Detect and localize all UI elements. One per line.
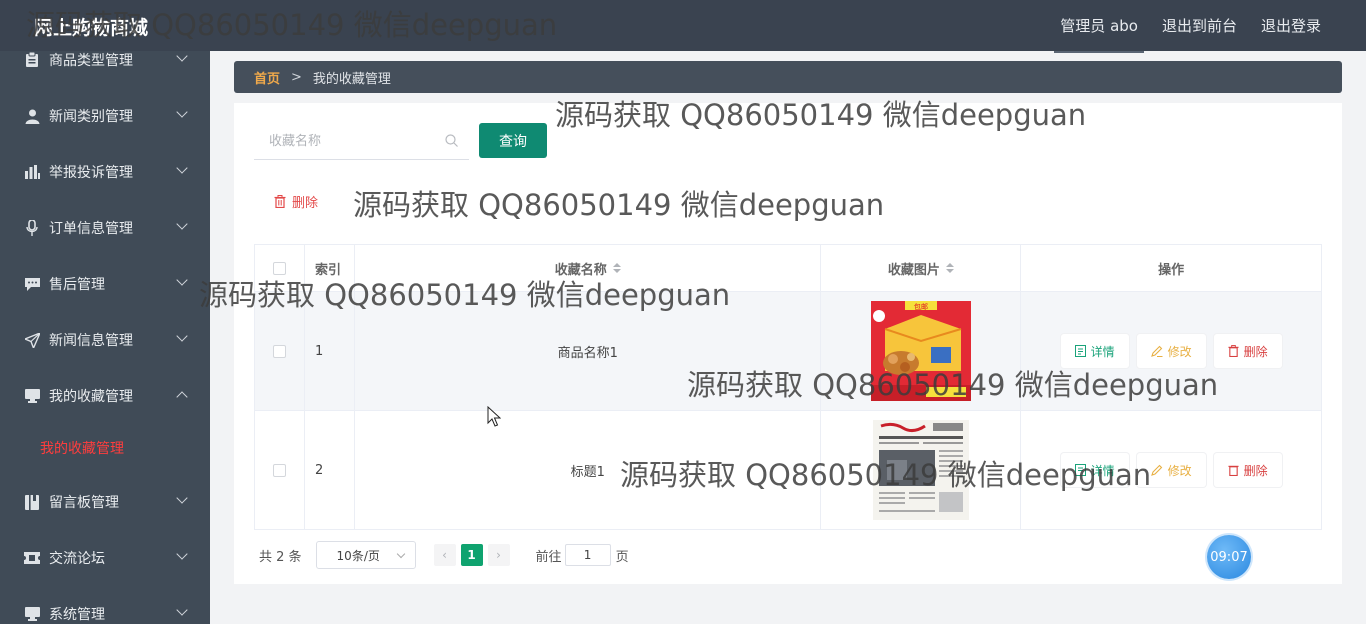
breadcrumb-home[interactable]: 首页	[254, 68, 280, 87]
trash-icon	[274, 195, 286, 208]
row-index: 2	[305, 411, 355, 529]
sidebar-item-message-board[interactable]: 留言板管理	[0, 474, 210, 530]
goto-prefix: 前往	[535, 549, 562, 565]
monitor-icon	[24, 388, 40, 404]
edit-label: 修改	[1167, 344, 1192, 359]
row-checkbox-cell	[255, 411, 305, 529]
user-icon	[24, 108, 40, 124]
row-checkbox[interactable]	[272, 344, 286, 358]
pagination: 共 2 条 10条/页 ‹ 1 › 前往 页	[259, 541, 629, 569]
sidebar-item-label: 新闻信息管理	[49, 333, 133, 349]
chevron-down-icon	[176, 492, 188, 504]
column-header-label: 收藏图片	[887, 262, 940, 278]
sort-icon[interactable]	[945, 263, 954, 273]
batch-delete-label: 删除	[292, 196, 319, 211]
chevron-down-icon	[176, 162, 188, 174]
trash-icon	[1228, 465, 1239, 476]
breadcrumb: 首页 > 我的收藏管理	[234, 61, 1342, 93]
sidebar-item-label: 售后管理	[49, 277, 105, 293]
edit-label: 修改	[1167, 463, 1192, 478]
sidebar: 商品类型管理 新闻类别管理 举报投诉管理 订单信息管理 售后管理 新闻信息管理	[0, 51, 210, 624]
top-right-nav: 管理员 abo 退出到前台 退出登录	[1036, 0, 1321, 53]
watermark-text: 源码获取 QQ86050149 微信deepguan	[199, 278, 731, 312]
microphone-icon	[24, 220, 40, 236]
watermark-text: 源码获取 QQ86050149 微信deepguan	[26, 8, 558, 42]
mouse-cursor-icon	[487, 406, 501, 427]
watermark-text: 源码获取 QQ86050149 微信deepguan	[555, 98, 1087, 132]
sidebar-item-label: 新闻类别管理	[49, 109, 133, 125]
batch-delete-button[interactable]: 删除	[274, 192, 318, 211]
chat-bubble-icon	[24, 276, 40, 292]
column-header-actions: 操作	[1158, 262, 1185, 278]
book-icon	[24, 494, 40, 510]
chevron-down-icon	[176, 330, 188, 342]
sidebar-item-label: 交流论坛	[49, 551, 105, 567]
breadcrumb-current: 我的收藏管理	[312, 71, 391, 87]
chevron-down-icon	[176, 106, 188, 118]
chevron-down-icon	[396, 549, 405, 559]
front-link[interactable]: 退出到前台	[1162, 15, 1237, 36]
goto-suffix: 页	[615, 549, 629, 565]
sidebar-item-complaints[interactable]: 举报投诉管理	[0, 144, 210, 200]
ticket-icon	[24, 550, 40, 566]
chevron-down-icon	[176, 274, 188, 286]
breadcrumb-separator: >	[291, 69, 302, 85]
watermark-text: 源码获取 QQ86050149 微信deepguan	[353, 188, 885, 222]
chevron-down-icon	[176, 51, 188, 62]
clipboard-icon	[24, 52, 40, 68]
watermark-text: 源码获取 QQ86050149 微信deepguan	[620, 458, 1152, 492]
sidebar-item-label: 举报投诉管理	[49, 165, 133, 181]
sidebar-item-label: 系统管理	[49, 607, 105, 623]
chevron-down-icon	[176, 604, 188, 616]
svg-text:包邮: 包邮	[914, 302, 928, 311]
total-count: 共 2 条	[259, 549, 302, 565]
query-button[interactable]: 查询	[479, 123, 547, 158]
chevron-down-icon	[176, 548, 188, 560]
chevron-up-icon	[176, 391, 188, 403]
clock-widget[interactable]: 09:07	[1207, 535, 1251, 579]
delete-label: 删除	[1243, 344, 1268, 359]
sidebar-item-news-info[interactable]: 新闻信息管理	[0, 312, 210, 368]
sidebar-item-product-types[interactable]: 商品类型管理	[0, 51, 210, 88]
next-page-button[interactable]: ›	[487, 544, 510, 566]
chevron-down-icon	[176, 218, 188, 230]
column-header-image[interactable]: 收藏图片	[821, 245, 1022, 291]
sidebar-item-forum[interactable]: 交流论坛	[0, 530, 210, 586]
search-icon	[445, 134, 458, 151]
sidebar-item-after-sales[interactable]: 售后管理	[0, 256, 210, 312]
trash-icon	[1228, 345, 1239, 357]
delete-button[interactable]: 删除	[1213, 334, 1282, 368]
sidebar-item-favorites[interactable]: 我的收藏管理	[0, 368, 210, 424]
page-size-value: 10条/页	[336, 548, 380, 563]
admin-user-label[interactable]: 管理员 abo	[1054, 15, 1144, 53]
page-size-select[interactable]: 10条/页	[315, 541, 416, 569]
sidebar-subitem-my-favorites[interactable]: 我的收藏管理	[0, 423, 210, 473]
sidebar-item-news-categories[interactable]: 新闻类别管理	[0, 88, 210, 144]
document-icon	[1074, 345, 1086, 357]
sidebar-item-label: 订单信息管理	[49, 221, 133, 237]
goto-page-input[interactable]	[564, 544, 611, 566]
sidebar-item-orders[interactable]: 订单信息管理	[0, 200, 210, 256]
sidebar-item-label: 我的收藏管理	[49, 389, 133, 405]
delete-label: 删除	[1243, 463, 1268, 478]
row-checkbox[interactable]	[272, 463, 286, 477]
search-input[interactable]	[254, 123, 434, 159]
prev-page-button[interactable]: ‹	[433, 544, 456, 566]
page-number-button[interactable]: 1	[460, 544, 483, 566]
send-icon	[24, 332, 40, 348]
watermark-text: 源码获取 QQ86050149 微信deepguan	[687, 368, 1219, 402]
content-panel: 查询 删除 索引 收藏名称 收藏图片 操作 1 商品名称1	[234, 103, 1342, 584]
sidebar-item-system[interactable]: 系统管理	[0, 586, 210, 624]
logout-link[interactable]: 退出登录	[1261, 15, 1321, 36]
monitor-icon	[24, 606, 40, 622]
delete-button[interactable]: 删除	[1213, 453, 1282, 487]
detail-label: 详情	[1090, 344, 1115, 359]
sidebar-item-label: 商品类型管理	[49, 53, 133, 69]
pencil-icon	[1150, 464, 1162, 476]
bar-chart-icon	[24, 164, 40, 180]
search-box	[254, 123, 469, 160]
sidebar-item-label: 留言板管理	[49, 495, 119, 511]
pencil-icon	[1150, 345, 1163, 357]
